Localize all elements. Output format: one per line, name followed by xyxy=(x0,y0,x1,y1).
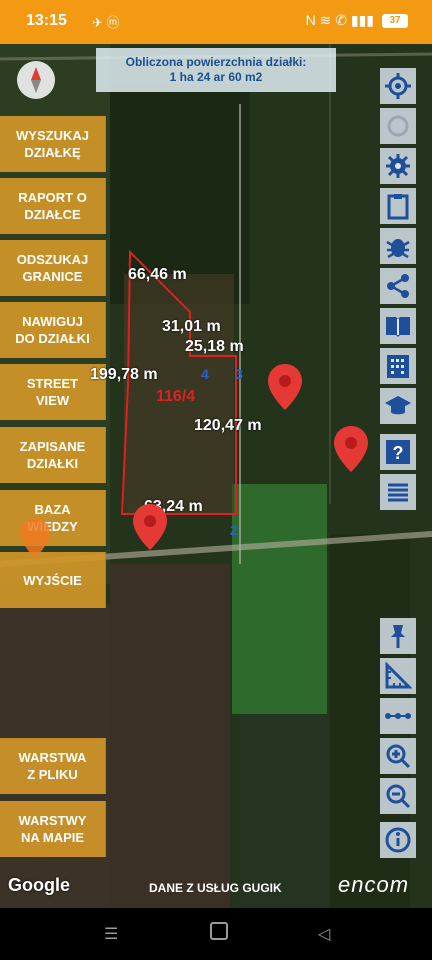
measurement-label: 31,01 m xyxy=(162,318,221,335)
area-summary: Obliczona powierzchnia działki: 1 ha 24 … xyxy=(96,48,336,92)
locate-button[interactable] xyxy=(380,68,416,104)
parcel-id-label: 116/4 xyxy=(156,388,196,405)
book-icon xyxy=(386,317,410,337)
compass-button[interactable] xyxy=(17,61,55,99)
zoom-out-button[interactable] xyxy=(380,778,416,814)
map-view[interactable]: Obliczona powierzchnia działki: 1 ha 24 … xyxy=(0,44,432,908)
clipboard-icon xyxy=(387,194,409,220)
measurement-label: 199,78 m xyxy=(90,366,158,383)
map-pin-icon[interactable] xyxy=(268,364,302,410)
right-toolbar: ? xyxy=(380,44,416,908)
share-icon xyxy=(387,274,409,298)
settings-button[interactable] xyxy=(380,148,416,184)
pin-button[interactable] xyxy=(380,618,416,654)
status-right: N ≋ ✆ ▮▮▮ 37 xyxy=(306,12,408,29)
target-disabled-icon xyxy=(387,115,409,137)
location-marker-icon xyxy=(20,518,50,558)
status-time: 13:15 xyxy=(26,12,67,29)
data-source-label: DANE Z USŁUG GUGIK xyxy=(149,881,282,895)
saved-parcels-button[interactable]: ZAPISANE DZIAŁKI xyxy=(0,427,106,483)
area-summary-value: 1 ha 24 ar 60 m2 xyxy=(169,70,263,84)
pin-icon xyxy=(391,625,405,648)
back-icon[interactable]: ◁ xyxy=(318,924,330,944)
battery-icon: 37 xyxy=(382,13,408,28)
info-button[interactable] xyxy=(380,822,416,858)
vertex-label: 4 xyxy=(201,366,209,382)
area-summary-label: Obliczona powierzchnia działki: xyxy=(125,55,307,69)
help-icon: ? xyxy=(386,440,410,464)
list-button[interactable] xyxy=(380,474,416,510)
buildings-button[interactable] xyxy=(380,348,416,384)
measurement-label: 120,47 m xyxy=(194,417,262,434)
map-pin-icon[interactable] xyxy=(133,504,167,550)
status-signal-icons: N ≋ ✆ ▮▮▮ xyxy=(305,12,374,28)
zoom-in-icon xyxy=(386,744,411,769)
guide-button[interactable] xyxy=(380,308,416,344)
navigate-to-parcel-button[interactable]: NAWIGUJ DO DZIAŁKI xyxy=(0,302,106,358)
exit-button[interactable]: WYJŚCIE xyxy=(0,552,106,608)
status-app-icons: ✈ ⓜ xyxy=(92,15,120,30)
share-button[interactable] xyxy=(380,268,416,304)
svg-text:?: ? xyxy=(393,443,404,463)
ruler-icon xyxy=(385,662,412,689)
layer-from-file-button[interactable]: WARSTWA Z PLIKU xyxy=(0,738,106,794)
status-bar: 13:15 ✈ ⓜ N ≋ ✆ ▮▮▮ 37 xyxy=(0,0,432,44)
graduation-cap-icon xyxy=(385,396,411,415)
locate-disabled-button[interactable] xyxy=(380,108,416,144)
distance-icon xyxy=(385,713,411,719)
map-pin-icon[interactable] xyxy=(334,426,368,472)
encom-logo: encom xyxy=(338,872,410,897)
gear-icon xyxy=(386,154,410,178)
search-parcel-button[interactable]: WYSZUKAJ DZIAŁKĘ xyxy=(0,116,106,172)
help-button[interactable]: ? xyxy=(380,434,416,470)
info-icon xyxy=(385,827,411,853)
education-button[interactable] xyxy=(380,388,416,424)
google-attribution: Google xyxy=(8,875,70,895)
building-icon xyxy=(387,355,409,378)
map-layers-button[interactable]: WARSTWY NA MAPIE xyxy=(0,801,106,857)
knowledge-base-button[interactable]: BAZA WIEDZY xyxy=(0,490,106,546)
measurement-label: 25,18 m xyxy=(185,338,244,355)
vertex-label: 2 xyxy=(230,522,238,538)
find-boundaries-button[interactable]: ODSZUKAJ GRANICE xyxy=(0,240,106,296)
measurement-label: 66,46 m xyxy=(128,266,187,283)
zoom-out-icon xyxy=(386,784,411,809)
clipboard-button[interactable] xyxy=(380,188,416,224)
bug-icon xyxy=(386,239,410,259)
system-nav-bar: ☰ ◁ xyxy=(0,908,432,960)
measure-distance-button[interactable] xyxy=(380,698,416,734)
vertex-label: 3 xyxy=(235,366,243,382)
compass-icon xyxy=(31,67,41,93)
report-bug-button[interactable] xyxy=(380,228,416,264)
measure-area-button[interactable] xyxy=(380,658,416,694)
recent-apps-icon[interactable]: ☰ xyxy=(104,924,118,944)
home-icon[interactable] xyxy=(210,922,228,940)
parcel-report-button[interactable]: RAPORT O DZIAŁCE xyxy=(0,178,106,234)
list-icon xyxy=(388,483,408,502)
zoom-in-button[interactable] xyxy=(380,738,416,774)
target-icon xyxy=(385,73,411,99)
